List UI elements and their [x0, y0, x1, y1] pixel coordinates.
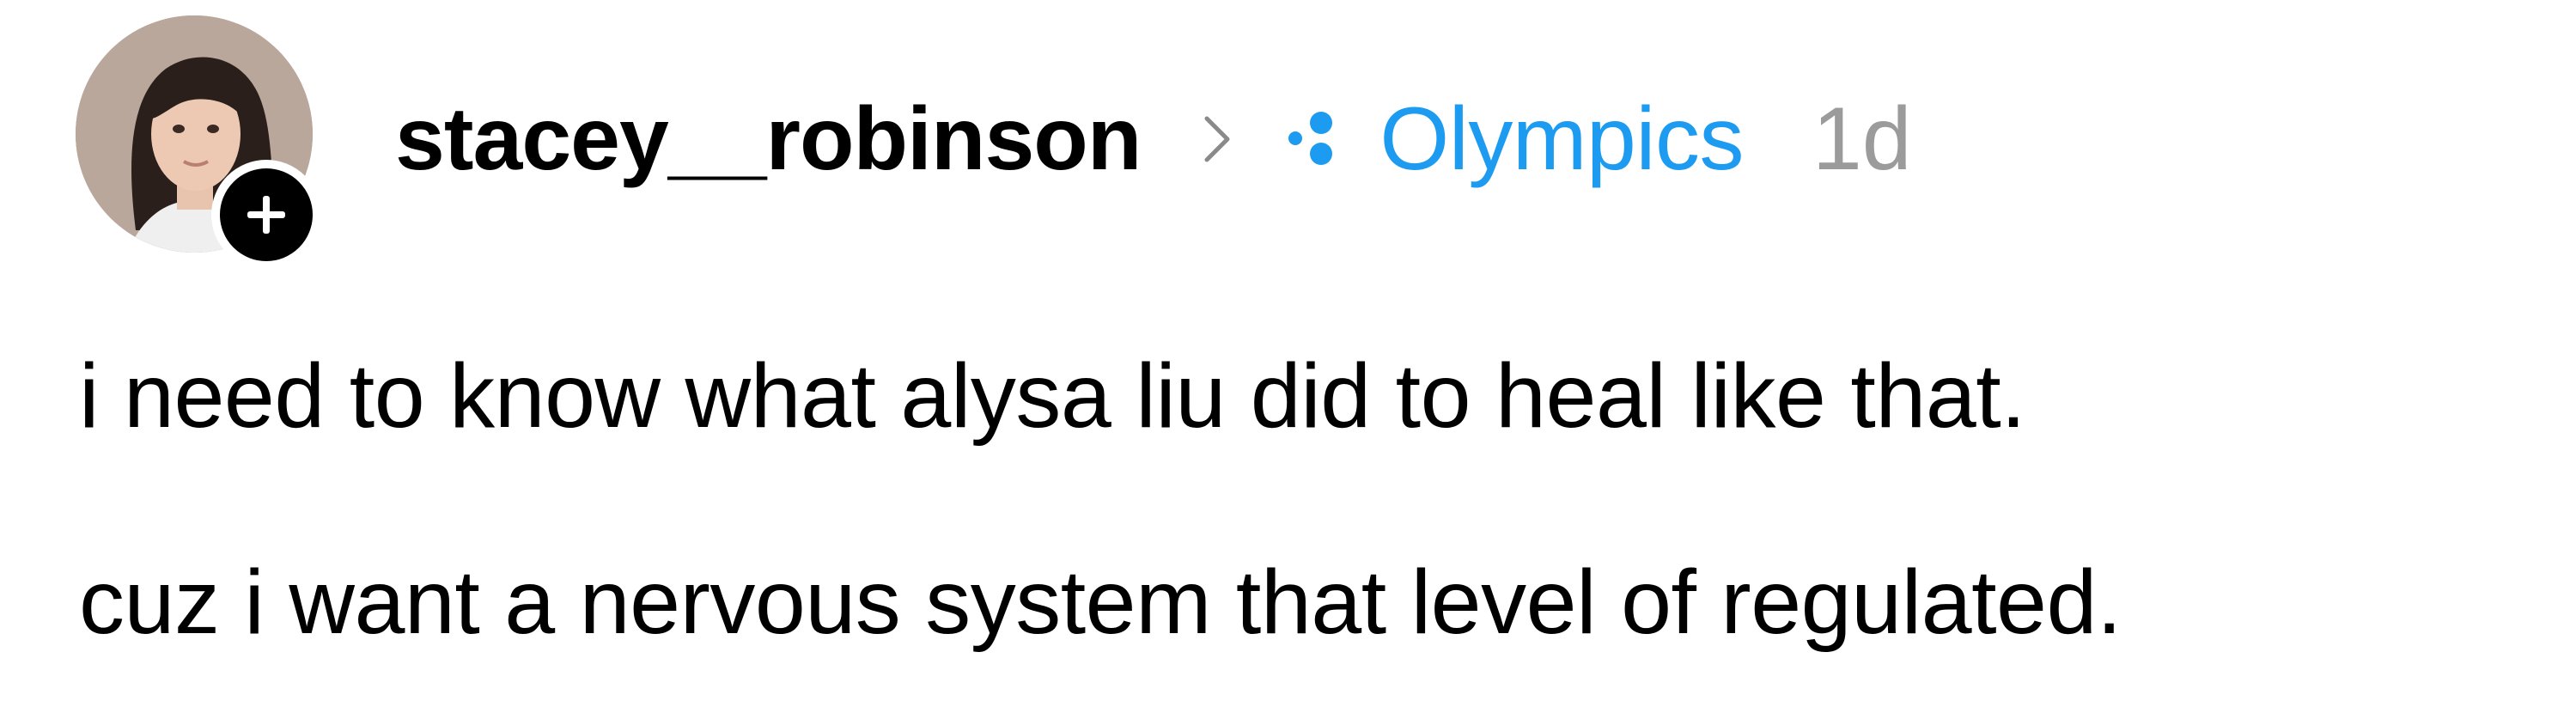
community-link[interactable]: Olympics	[1283, 88, 1744, 191]
author-username[interactable]: stacey__robinson	[395, 88, 1142, 191]
community-dots-icon	[1283, 107, 1347, 171]
post-text-line: i need to know what alysa liu did to hea…	[79, 345, 2026, 447]
chevron-right-icon	[1196, 109, 1239, 169]
post-header: stacey__robinson Olympics 1d	[395, 79, 1912, 199]
community-name[interactable]: Olympics	[1379, 88, 1744, 191]
post-timestamp: 1d	[1812, 88, 1912, 189]
author-avatar-container[interactable]	[76, 15, 325, 270]
post-text-line: cuz i want a nervous system that level o…	[79, 552, 2122, 653]
post-body[interactable]: i need to know what alysa liu did to hea…	[79, 344, 2536, 655]
plus-icon	[247, 196, 285, 234]
follow-button[interactable]	[211, 160, 321, 270]
